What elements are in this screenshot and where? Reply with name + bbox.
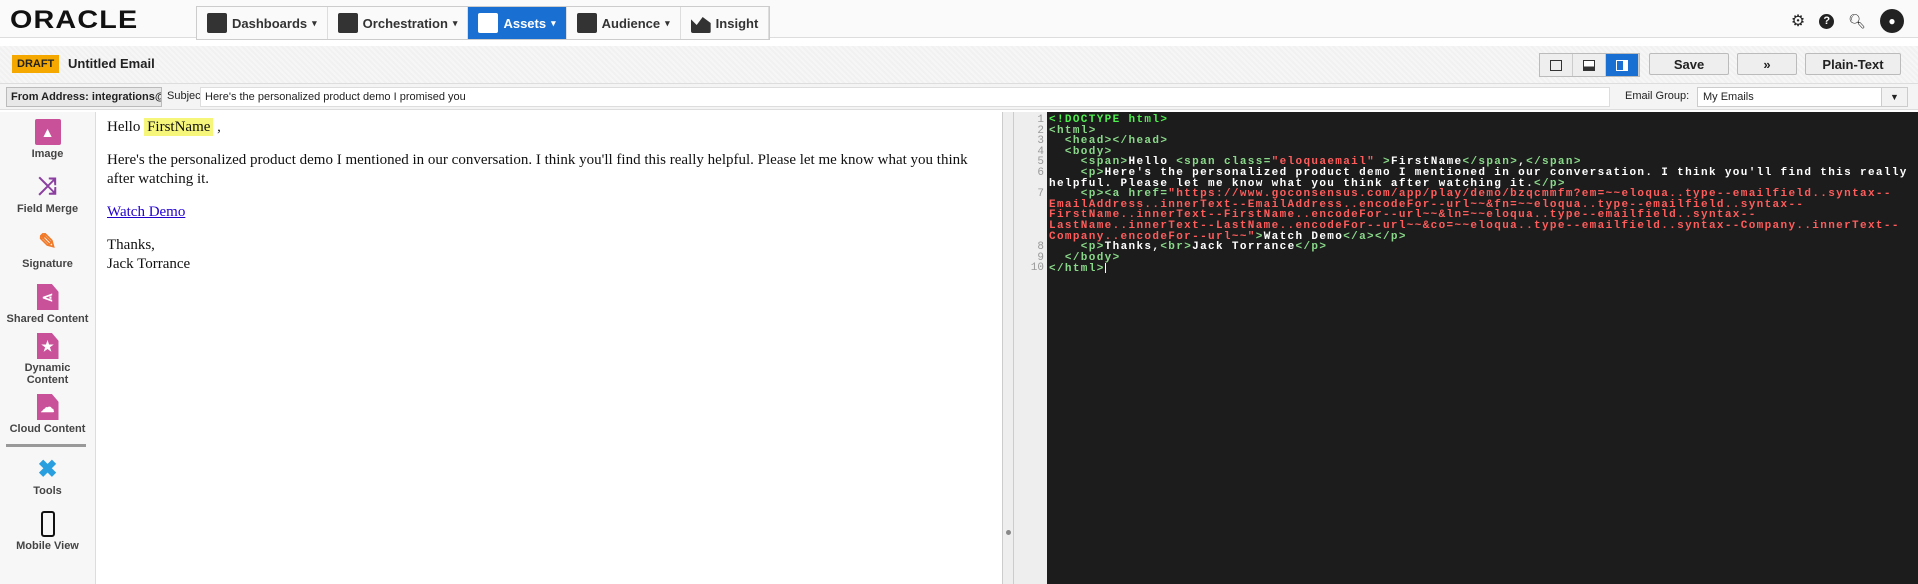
field-merge-icon: ⤨ — [37, 173, 58, 200]
ruler-pencil-icon: ✖ — [37, 455, 58, 483]
toolbox-divider — [6, 444, 86, 447]
sender-name: Jack Torrance — [107, 256, 191, 272]
tool-dynamic-content[interactable]: ★ Dynamic Content — [0, 332, 95, 387]
watch-demo-link[interactable]: Watch Demo — [107, 204, 185, 220]
email-title[interactable]: Untitled Email — [68, 56, 155, 71]
line-numbers: 123456 7 8 9 10 — [1014, 112, 1047, 584]
split-right-icon — [1616, 59, 1628, 71]
save-button[interactable]: Save — [1649, 53, 1729, 75]
nav-label: Insight — [715, 15, 759, 31]
contact-card-icon — [576, 13, 597, 33]
chevron-down-icon: ▾ — [452, 17, 458, 28]
split-bottom-icon — [1583, 59, 1595, 71]
mobile-phone-icon — [35, 511, 61, 537]
view-toggle — [1539, 53, 1640, 77]
line-number: 1 — [1037, 114, 1044, 126]
drag-handle-icon[interactable] — [1006, 530, 1011, 535]
status-badge: DRAFT — [12, 55, 60, 73]
greeting: Hello FirstName , — [107, 118, 992, 137]
tool-tools[interactable]: ✖ Tools — [0, 449, 95, 504]
tool-label: Image — [31, 148, 64, 160]
square-icon — [1550, 59, 1562, 71]
field-merge-firstname[interactable]: FirstName — [144, 118, 214, 136]
pencil-icon — [478, 13, 499, 33]
nav-assets[interactable]: Assets ▾ — [468, 7, 567, 39]
tool-label: Shared Content — [6, 313, 89, 325]
tool-mobile-view[interactable]: Mobile View — [0, 504, 95, 559]
html-code-editor[interactable]: <!DOCTYPE html> <html> <head></head> <bo… — [1047, 112, 1918, 584]
line-number: 10 — [1030, 262, 1044, 275]
code-token: <br> — [1160, 241, 1193, 254]
more-actions-button[interactable]: » — [1737, 53, 1797, 75]
cloud-file-icon: ☁ — [36, 394, 59, 420]
tool-cloud-content[interactable]: ☁ Cloud Content — [0, 387, 95, 442]
subject-input[interactable]: Here's the personalized product demo I p… — [200, 87, 1610, 107]
nav-label: Dashboards — [232, 15, 308, 31]
asset-header: DRAFT Untitled Email Save » Plain-Text — [0, 46, 1918, 84]
code-token: Jack Torrance — [1192, 241, 1296, 254]
signature-icon: ✎ — [38, 229, 57, 254]
line-number: 6 — [1037, 166, 1044, 179]
plain-text-button[interactable]: Plain-Text — [1805, 53, 1901, 75]
split-vertical-button[interactable] — [1606, 54, 1639, 76]
design-view-button[interactable] — [1540, 54, 1573, 76]
tool-label: Mobile View — [16, 540, 79, 552]
code-token: </body> — [1049, 251, 1121, 264]
nav-insight[interactable]: Insight — [681, 7, 770, 39]
tool-label: Signature — [22, 258, 73, 270]
line-number — [1014, 221, 1044, 232]
email-group-value: My Emails — [1703, 91, 1754, 103]
code-token: </a></p> — [1343, 230, 1407, 243]
shared-file-icon: ⋖ — [36, 284, 59, 310]
chevron-down-icon: ▾ — [312, 17, 317, 28]
top-navigation: ORACLE Dashboards ▾ Orchestration ▾ Assets… — [0, 0, 1918, 40]
user-avatar-icon[interactable]: ● — [1880, 9, 1904, 33]
star-file-icon: ★ — [36, 333, 59, 359]
body-paragraph: Here's the personalized product demo I m… — [107, 152, 968, 187]
greeting-text: Hello — [107, 119, 141, 135]
from-address-button[interactable]: From Address: integrations@goconsen... — [6, 87, 162, 107]
nav-orchestration[interactable]: Orchestration ▾ — [328, 7, 469, 39]
search-icon[interactable]: 🔍︎ — [1848, 13, 1866, 30]
tool-label: Cloud Content — [9, 423, 86, 435]
nav-label: Audience — [601, 15, 661, 31]
tool-image[interactable]: ▲ Image — [0, 112, 95, 167]
chevron-down-icon: ▾ — [665, 17, 670, 28]
orchestration-icon — [337, 13, 358, 33]
text-cursor — [1104, 263, 1106, 274]
nav-audience[interactable]: Audience ▾ — [567, 7, 681, 39]
oracle-logo: ORACLE — [10, 6, 139, 34]
help-icon[interactable]: ? — [1819, 13, 1835, 29]
home-icon — [207, 13, 227, 33]
tool-shared-content[interactable]: ⋖ Shared Content — [0, 277, 95, 332]
image-icon: ▲ — [34, 119, 61, 145]
tool-label: Tools — [33, 485, 62, 497]
signoff: Thanks, Jack Torrance — [107, 236, 992, 274]
main-menu: Dashboards ▾ Orchestration ▾ Assets ▾ Audie… — [196, 6, 771, 40]
chevron-down-icon: ▾ — [551, 17, 556, 28]
chart-icon — [690, 17, 711, 33]
pane-splitter[interactable] — [1002, 112, 1014, 584]
content-toolbox: ▲ Image ⤨ Field Merge ✎ Signature ⋖ Shared C… — [0, 112, 96, 584]
nav-label: Orchestration — [362, 15, 448, 31]
split-horizontal-button[interactable] — [1573, 54, 1606, 76]
code-token: </html> — [1049, 263, 1105, 276]
nav-label: Assets — [503, 15, 547, 31]
gear-icon[interactable]: ⚙ — [1791, 11, 1805, 31]
comma: , — [217, 119, 221, 135]
chevron-down-icon[interactable]: ▼ — [1881, 88, 1907, 106]
tool-label: Dynamic Content — [24, 362, 71, 386]
thanks-text: Thanks, — [107, 237, 155, 253]
tool-signature[interactable]: ✎ Signature — [0, 222, 95, 277]
design-editor[interactable]: Hello FirstName , Here's the personalize… — [97, 112, 1002, 584]
tool-label: Field Merge — [16, 203, 79, 215]
email-group-select[interactable]: My Emails ▼ — [1697, 87, 1908, 107]
email-group-label: Email Group: — [1625, 90, 1690, 102]
tool-field-merge[interactable]: ⤨ Field Merge — [0, 167, 95, 222]
utility-icons: ⚙ ? 🔍︎ ● — [1791, 9, 1904, 33]
nav-dashboards[interactable]: Dashboards ▾ — [197, 7, 328, 39]
code-token: </p> — [1295, 241, 1328, 254]
address-bar: From Address: integrations@goconsen... S… — [0, 84, 1918, 110]
